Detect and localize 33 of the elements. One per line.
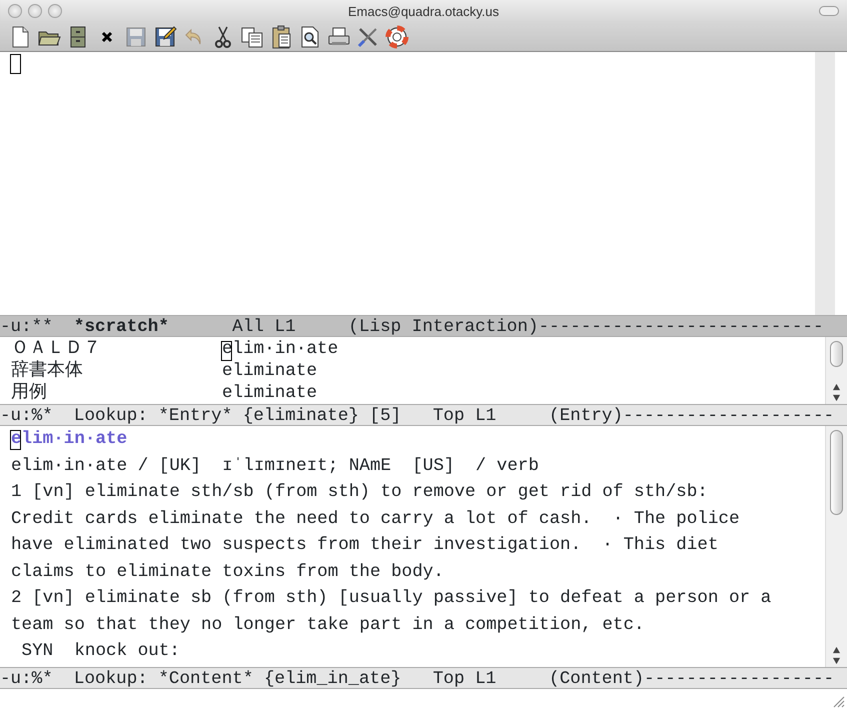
definition-line: claims to eliminate toxins from the body. (11, 562, 444, 582)
scroll-down-arrow-icon[interactable] (832, 394, 841, 402)
buffer-name: *scratch* (74, 317, 169, 336)
scrollbar-thumb[interactable] (830, 430, 843, 515)
mode-line-text: -u:%* Lookup: *Content* {elim_in_ate} Top L1 (Content)------------------ (0, 669, 834, 688)
entry-word[interactable]: eliminate (222, 361, 318, 381)
scroll-up-arrow-icon[interactable] (832, 646, 841, 654)
window-title: Emacs@quadra.otacky.us (348, 4, 499, 18)
copy-documents-icon[interactable] (240, 24, 264, 48)
definition-line: team so that they no longer take part in a competition, etc. (11, 614, 644, 634)
toolbar-toggle-button[interactable] (819, 6, 839, 16)
mode-line-text: -u:** (0, 317, 54, 336)
floppy-disk-pencil-icon[interactable] (153, 24, 177, 48)
entry-word[interactable]: eliminate (222, 383, 318, 403)
scrollbar[interactable] (815, 52, 835, 315)
mode-line-text: All L1 (Lisp Interaction)--------------------------- (231, 317, 824, 336)
scrollbar-thumb[interactable] (830, 341, 843, 367)
definition-line: have eliminated two suspects from their investigation. · This diet (11, 535, 718, 555)
life-ring-icon[interactable] (385, 24, 409, 48)
entry-label: 辞書本体 (11, 359, 84, 381)
scrollbar[interactable] (825, 426, 847, 667)
scroll-down-arrow-icon[interactable] (832, 657, 841, 665)
definition-line: elim·in·ate / [UK] ɪˈlɪmɪneɪt; NAmE [US] / verb (11, 456, 539, 476)
definition-line: Credit cards eliminate the need to carry a lot of cash. · The police (11, 508, 740, 528)
entry-label: ＯＡＬＤ７ (11, 337, 102, 359)
mode-line-text: -u:%* Lookup: *Entry* {eliminate} [5] Top L1 (Entry)-------------------- (0, 406, 834, 425)
resize-grip-icon[interactable] (833, 696, 845, 708)
definition-line: SYN knock out: (20, 641, 180, 661)
scrollbar[interactable] (825, 337, 847, 404)
definition-line: 1 [vn] eliminate sth/sb (from sth) to remove or get rid of sth/sb: (11, 482, 708, 502)
definition-line: 2 [vn] eliminate sb (from sth) [usually passive] to defeat a person or a (11, 588, 772, 608)
scroll-up-arrow-icon[interactable] (832, 383, 841, 391)
entry-label: 用例 (11, 381, 48, 403)
